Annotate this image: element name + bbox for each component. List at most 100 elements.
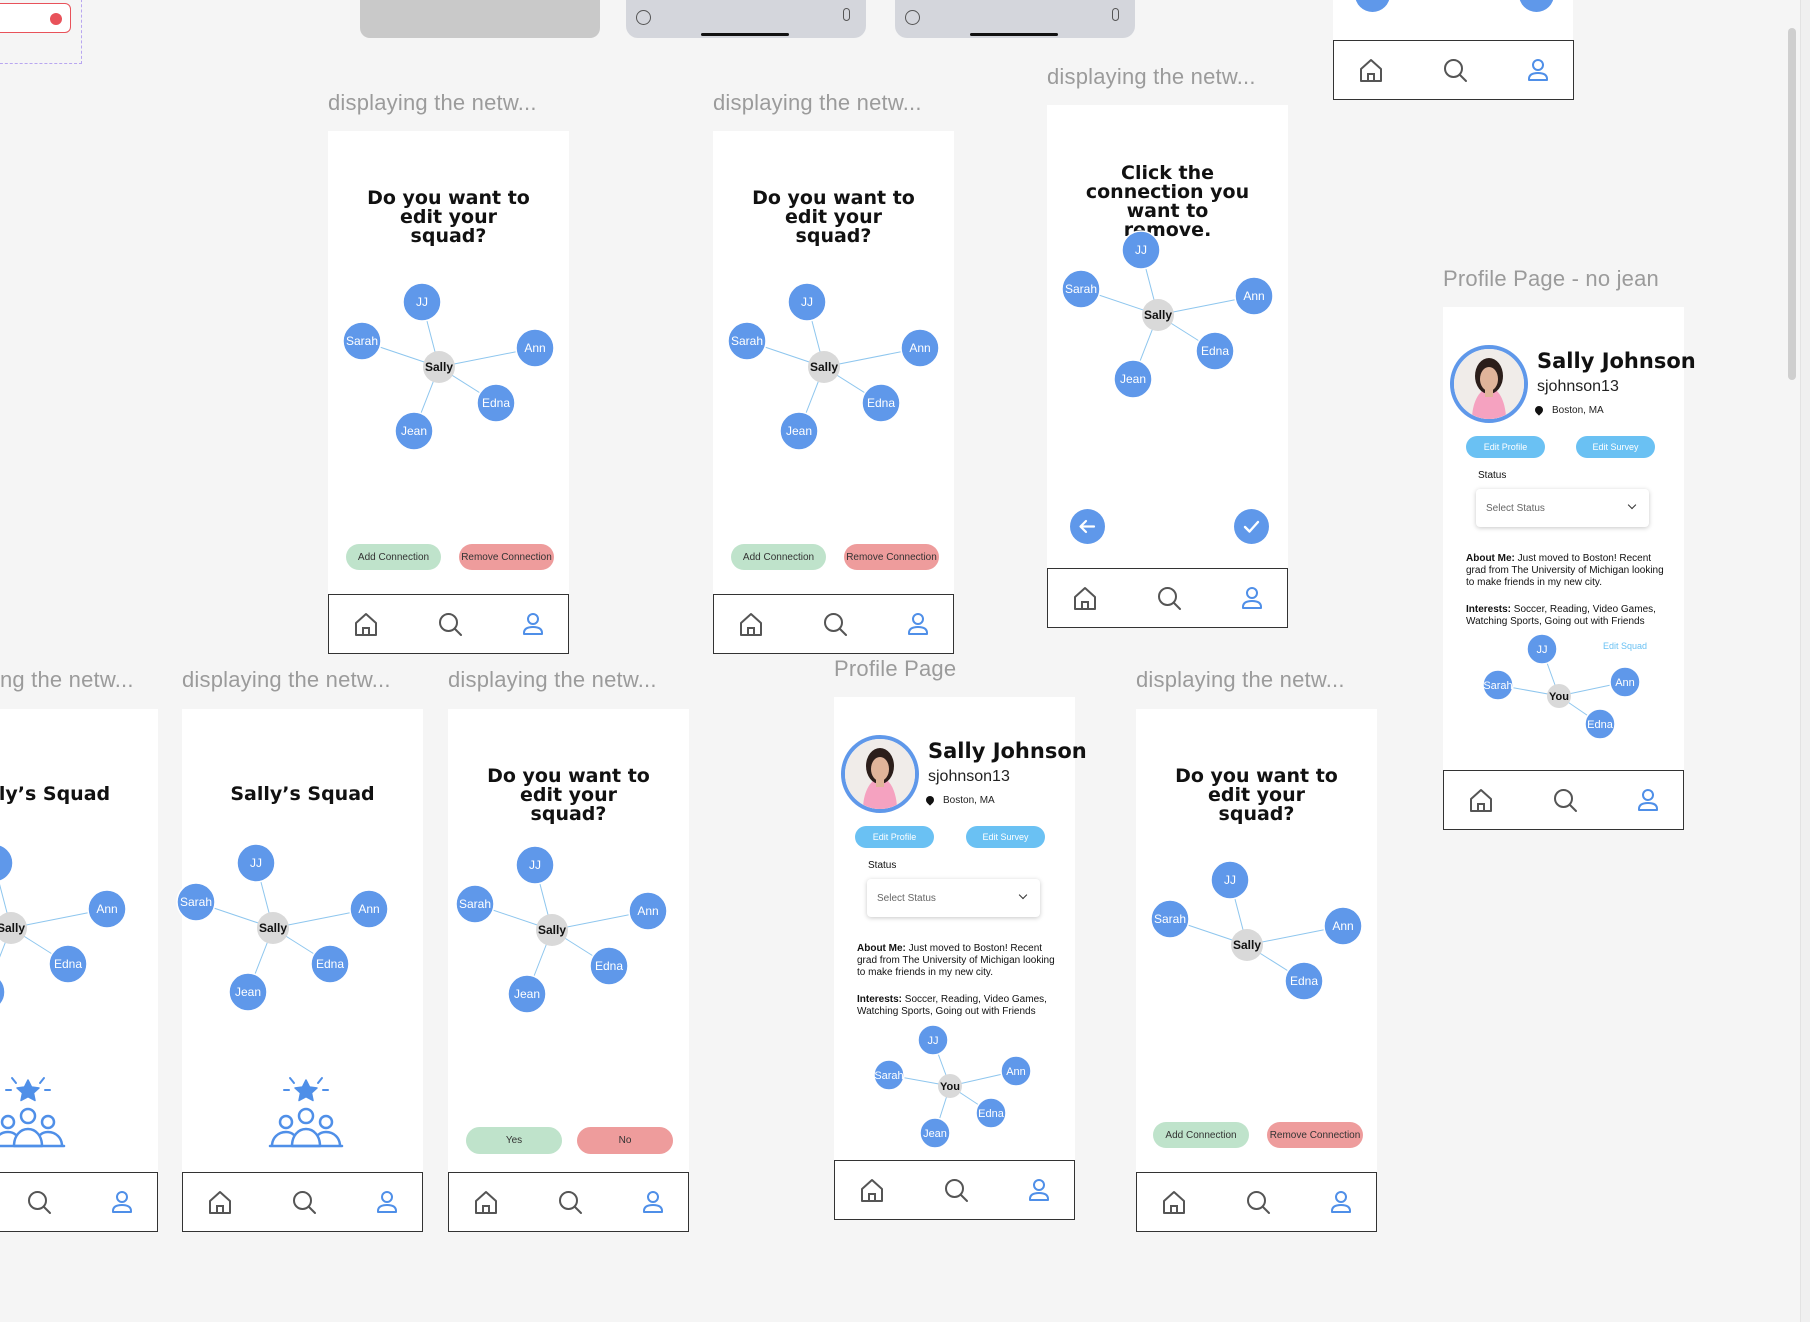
node-ann[interactable]: Ann <box>515 328 555 368</box>
node-jj[interactable]: JJ <box>402 282 442 322</box>
search-icon[interactable] <box>820 609 850 639</box>
node-edna[interactable]: Edna <box>48 944 88 984</box>
node-center[interactable]: You <box>1547 684 1571 708</box>
node-edna[interactable]: Edna <box>861 383 901 423</box>
node-jean[interactable]: Jean <box>228 972 268 1012</box>
search-icon[interactable] <box>941 1175 971 1205</box>
add-connection-button[interactable]: Add Connection <box>1153 1122 1249 1148</box>
add-connection-button[interactable]: Add Connection <box>731 544 826 570</box>
node-sarah[interactable]: Sarah <box>1150 899 1190 939</box>
node-label-edna: Edna <box>316 957 344 971</box>
profile-icon[interactable] <box>1237 583 1267 613</box>
node-ann[interactable]: Ann <box>1000 1055 1032 1087</box>
profile-icon[interactable] <box>107 1187 137 1217</box>
node-ann[interactable]: Ann <box>349 889 389 929</box>
node-edna[interactable]: Edna <box>476 383 516 423</box>
node-edna[interactable]: Edna <box>975 1097 1007 1129</box>
node-center[interactable]: Sally <box>257 912 289 944</box>
node-jj[interactable]: JJ <box>515 845 555 885</box>
node-jean[interactable]: Jean <box>394 411 434 451</box>
profile-icon[interactable] <box>1523 55 1553 85</box>
search-icon[interactable] <box>24 1187 54 1217</box>
home-icon[interactable] <box>471 1187 501 1217</box>
bottom-nav <box>1443 770 1684 830</box>
canvas-scrollbar-thumb[interactable] <box>1788 28 1796 380</box>
home-icon[interactable] <box>205 1187 235 1217</box>
node-edna[interactable]: Edna <box>310 944 350 984</box>
node-center[interactable]: Sally <box>1142 299 1174 331</box>
confirm-button[interactable] <box>1234 509 1269 544</box>
search-icon[interactable] <box>1243 1187 1273 1217</box>
node-center[interactable]: Sally <box>1231 929 1263 961</box>
profile-icon[interactable] <box>1326 1187 1356 1217</box>
node-edna[interactable]: Edna <box>1195 331 1235 371</box>
home-icon[interactable] <box>1159 1187 1189 1217</box>
node-jj[interactable]: JJ <box>917 1024 949 1056</box>
search-icon[interactable] <box>1550 785 1580 815</box>
node-ann[interactable]: Ann <box>87 889 127 929</box>
node-jj[interactable]: JJ <box>1121 230 1161 270</box>
node-label-jj: JJ <box>1135 243 1147 257</box>
node-ann[interactable]: Ann <box>1234 276 1274 316</box>
back-button[interactable] <box>1070 509 1105 544</box>
node-jean[interactable]: Jean <box>507 974 547 1014</box>
search-icon[interactable] <box>1440 55 1470 85</box>
remove-connection-button[interactable]: Remove Connection <box>1267 1122 1363 1148</box>
profile-icon[interactable] <box>903 609 933 639</box>
profile-icon[interactable] <box>1633 785 1663 815</box>
profile-icon[interactable] <box>518 609 548 639</box>
search-icon[interactable] <box>435 609 465 639</box>
node-jj[interactable]: JJ <box>0 844 14 882</box>
home-icon[interactable] <box>1466 785 1496 815</box>
node-jean[interactable]: Jean <box>779 411 819 451</box>
remove-connection-button[interactable]: Remove Connection <box>844 544 939 570</box>
node-ann[interactable]: Ann <box>1609 666 1641 698</box>
node-label-sarah: Sarah <box>346 334 378 348</box>
node-sarah[interactable]: Sarah <box>727 321 767 361</box>
node-jj[interactable]: JJ <box>1210 860 1250 900</box>
node-edna[interactable]: Edna <box>589 946 629 986</box>
node-sarah[interactable]: Sarah <box>1061 269 1101 309</box>
profile-icon[interactable] <box>638 1187 668 1217</box>
yes-button[interactable]: Yes <box>466 1127 562 1154</box>
search-icon[interactable] <box>1154 583 1184 613</box>
confirm-button[interactable] <box>1519 0 1554 12</box>
node-jean[interactable]: Jean <box>919 1117 951 1149</box>
node-edna[interactable]: Edna <box>1584 708 1616 740</box>
node-center[interactable]: Sally <box>0 912 27 944</box>
no-button[interactable]: No <box>577 1127 673 1154</box>
node-center[interactable]: Sally <box>808 351 840 383</box>
home-icon[interactable] <box>1070 583 1100 613</box>
node-jean[interactable]: Jean <box>0 973 6 1011</box>
profile-icon[interactable] <box>372 1187 402 1217</box>
node-sarah[interactable]: Sarah <box>176 882 216 922</box>
node-label-sarah: Sarah <box>1483 680 1512 692</box>
remove-connection-button[interactable]: Remove Connection <box>459 544 554 570</box>
home-icon[interactable] <box>857 1175 887 1205</box>
profile-icon[interactable] <box>1024 1175 1054 1205</box>
node-center[interactable]: You <box>938 1074 962 1098</box>
node-sarah[interactable]: Sarah <box>342 321 382 361</box>
home-icon[interactable] <box>1356 55 1386 85</box>
node-ann[interactable]: Ann <box>900 328 940 368</box>
frame-label: ng the netw... <box>0 667 134 692</box>
home-icon[interactable] <box>351 609 381 639</box>
back-button[interactable] <box>1355 0 1390 12</box>
search-icon[interactable] <box>289 1187 319 1217</box>
node-ann[interactable]: Ann <box>1323 906 1363 946</box>
node-jean[interactable]: Jean <box>1113 359 1153 399</box>
node-center[interactable]: Sally <box>423 351 455 383</box>
node-jj[interactable]: JJ <box>236 843 276 883</box>
node-sarah[interactable]: Sarah <box>1482 669 1514 701</box>
node-edna[interactable]: Edna <box>1284 961 1324 1001</box>
node-ann[interactable]: Ann <box>628 891 668 931</box>
node-jj[interactable]: JJ <box>787 282 827 322</box>
node-sarah[interactable]: Sarah <box>873 1059 905 1091</box>
home-icon[interactable] <box>736 609 766 639</box>
canvas-scrollbar-track[interactable] <box>1800 0 1810 1322</box>
add-connection-button[interactable]: Add Connection <box>346 544 441 570</box>
node-center[interactable]: Sally <box>536 914 568 946</box>
node-sarah[interactable]: Sarah <box>455 884 495 924</box>
node-jj[interactable]: JJ <box>1526 633 1558 665</box>
search-icon[interactable] <box>555 1187 585 1217</box>
